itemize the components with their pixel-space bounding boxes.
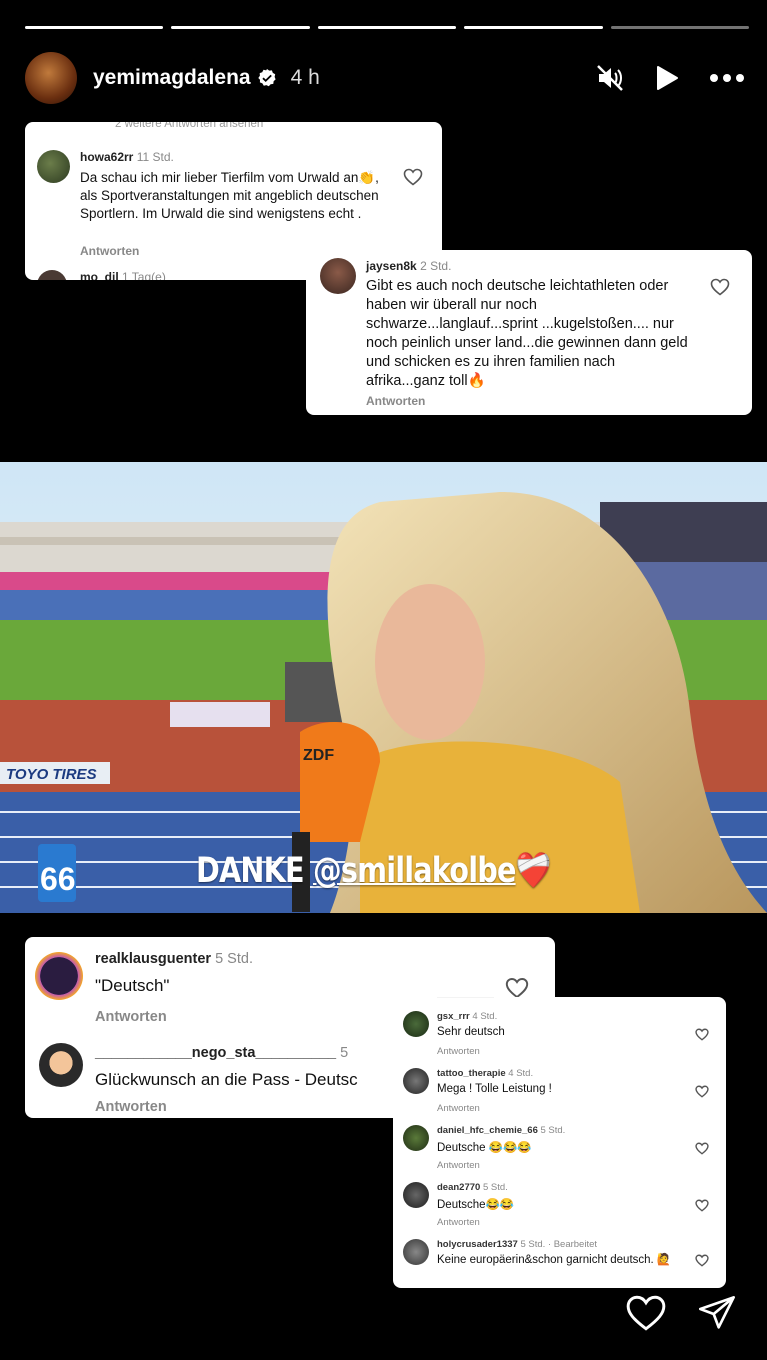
like-heart-icon[interactable] xyxy=(403,168,423,186)
avatar[interactable] xyxy=(37,150,70,183)
reply-button[interactable]: Antworten xyxy=(437,1160,480,1171)
heart-emoji: ❤️‍🩹 xyxy=(515,851,552,891)
reply-button[interactable]: Antworten xyxy=(437,1217,480,1228)
comment-time: 4 Std. xyxy=(472,1011,498,1022)
comment-header-next: mo_dil 1 Tag(e) xyxy=(80,270,166,280)
story-time: 4 h xyxy=(290,66,320,89)
story-progress-bar xyxy=(25,26,750,30)
comment-card-jaysen8k: jaysen8k 2 Std. Gibt es auch noch deutsc… xyxy=(306,250,752,415)
reply-button[interactable]: Antworten xyxy=(80,244,139,258)
comment-text: Deutsche 😂😂😂 xyxy=(437,1142,532,1154)
reply-button[interactable]: Antworten xyxy=(366,394,425,408)
comment-time: 5 Std. xyxy=(482,1182,508,1193)
comment-username[interactable]: dean2770 xyxy=(437,1182,480,1193)
more-options-icon[interactable] xyxy=(709,73,745,83)
comment-time: 5 Std. xyxy=(540,1125,566,1136)
comment-header: gsx_rrr 4 Std. xyxy=(437,1011,497,1022)
comment-text: "Deutsch" xyxy=(95,976,170,995)
comment-header: realklausguenter 5 Std. xyxy=(95,951,253,967)
mute-icon[interactable] xyxy=(595,63,625,93)
avatar[interactable] xyxy=(403,1182,429,1208)
interview-photo: TOYO TIRES 66 ZDF DANKE @smillakolbe❤️‍🩹 xyxy=(0,462,767,913)
story-username[interactable]: yemimagdalena xyxy=(93,66,251,90)
avatar[interactable] xyxy=(39,1043,83,1087)
comment-username[interactable]: gsx_rrr xyxy=(437,1011,470,1022)
progress-segment xyxy=(25,26,164,29)
view-more-replies-fragment[interactable]: —————— xyxy=(437,997,494,1002)
comment-time: 5 Std. · Bearbeitet xyxy=(520,1239,598,1250)
comment-username[interactable]: holycrusader1337 xyxy=(437,1239,518,1250)
comment-username[interactable]: daniel_hfc_chemie_66 xyxy=(437,1125,538,1136)
avatar[interactable] xyxy=(403,1011,429,1037)
send-icon[interactable] xyxy=(697,1294,737,1334)
comment-text: Mega ! Tolle Leistung ! xyxy=(437,1083,552,1095)
stadium-scene-image: TOYO TIRES 66 ZDF xyxy=(0,462,767,913)
comment-header: dean2770 5 Std. xyxy=(437,1182,508,1193)
like-heart-icon[interactable] xyxy=(710,278,730,296)
avatar[interactable] xyxy=(320,258,356,294)
play-icon[interactable] xyxy=(655,65,679,91)
reply-button[interactable]: Antworten xyxy=(437,1103,480,1114)
comment-username[interactable]: jaysen8k xyxy=(366,259,417,273)
comment-header: daniel_hfc_chemie_66 5 Std. xyxy=(437,1125,565,1136)
comment-text: Gibt es auch noch deutsche leichtathlete… xyxy=(366,278,688,389)
progress-segment xyxy=(464,26,603,29)
verified-badge-icon xyxy=(257,69,276,87)
mention-link[interactable]: @smillakolbe xyxy=(313,851,516,891)
like-heart-icon[interactable] xyxy=(695,1142,709,1155)
avatar[interactable] xyxy=(403,1239,429,1265)
comment-header: tattoo_therapie 4 Std. xyxy=(437,1068,533,1079)
like-heart-icon[interactable] xyxy=(695,1199,709,1212)
progress-segment-current xyxy=(610,26,750,29)
comment-card-list: —————— gsx_rrr 4 Std. Sehr deutsch Antwo… xyxy=(393,997,726,1288)
comment-text: Keine europäerin&schon garnicht deutsch.… xyxy=(437,1254,672,1266)
avatar[interactable] xyxy=(35,952,83,1000)
comment-username[interactable]: mo_dil xyxy=(80,270,119,280)
comment-header: jaysen8k 2 Std. xyxy=(366,259,451,273)
progress-segment xyxy=(171,26,310,29)
comment-text: Deutsche😂😂 xyxy=(437,1199,515,1211)
banner-text: TOYO TIRES xyxy=(6,766,97,783)
comment-time: 11 Std. xyxy=(136,150,174,164)
comment-username[interactable]: ____________nego_sta__________ xyxy=(95,1045,336,1061)
story-footer-actions xyxy=(625,1294,737,1334)
avatar[interactable] xyxy=(25,52,77,104)
comment-header: ____________nego_sta__________ 5 xyxy=(95,1045,348,1061)
avatar[interactable] xyxy=(403,1068,429,1094)
like-heart-icon[interactable] xyxy=(625,1294,667,1332)
reply-button[interactable]: Antworten xyxy=(437,1046,480,1057)
story-header: yemimagdalena 4 h xyxy=(25,52,745,104)
comment-time: 5 xyxy=(340,1045,349,1061)
like-heart-icon[interactable] xyxy=(505,977,529,999)
comment-time: 4 Std. xyxy=(508,1068,534,1079)
comment-time: 2 Std. xyxy=(420,259,452,273)
story-caption: DANKE @smillakolbe❤️‍🩹 xyxy=(196,850,551,891)
like-heart-icon[interactable] xyxy=(695,1254,709,1267)
like-heart-icon[interactable] xyxy=(695,1085,709,1098)
svg-text:66: 66 xyxy=(40,861,76,897)
comment-username[interactable]: tattoo_therapie xyxy=(437,1068,506,1079)
comment-username[interactable]: howa62rr xyxy=(80,150,133,164)
like-heart-icon[interactable] xyxy=(695,1028,709,1041)
reply-button[interactable]: Antworten xyxy=(95,1099,167,1115)
comment-time: 1 Tag(e) xyxy=(122,270,166,280)
comment-time: 5 Std. xyxy=(215,951,253,967)
view-more-replies-fragment[interactable]: 2 weitere Antworten ansehen xyxy=(115,122,263,130)
avatar[interactable] xyxy=(37,270,67,280)
reply-button[interactable]: Antworten xyxy=(95,1009,167,1025)
caption-text: DANKE xyxy=(196,851,313,891)
svg-text:ZDF: ZDF xyxy=(303,747,334,764)
comment-text: Sehr deutsch xyxy=(437,1026,505,1038)
progress-segment xyxy=(317,26,457,29)
comment-text: Glückwunsch an die Pass - Deutsc xyxy=(95,1070,358,1089)
comment-text: Da schau ich mir lieber Tierfilm vom Urw… xyxy=(80,170,379,221)
comment-username[interactable]: realklausguenter xyxy=(95,951,211,967)
avatar[interactable] xyxy=(403,1125,429,1151)
comment-header: howa62rr 11 Std. xyxy=(80,150,174,164)
comment-header: holycrusader1337 5 Std. · Bearbeitet xyxy=(437,1239,597,1250)
